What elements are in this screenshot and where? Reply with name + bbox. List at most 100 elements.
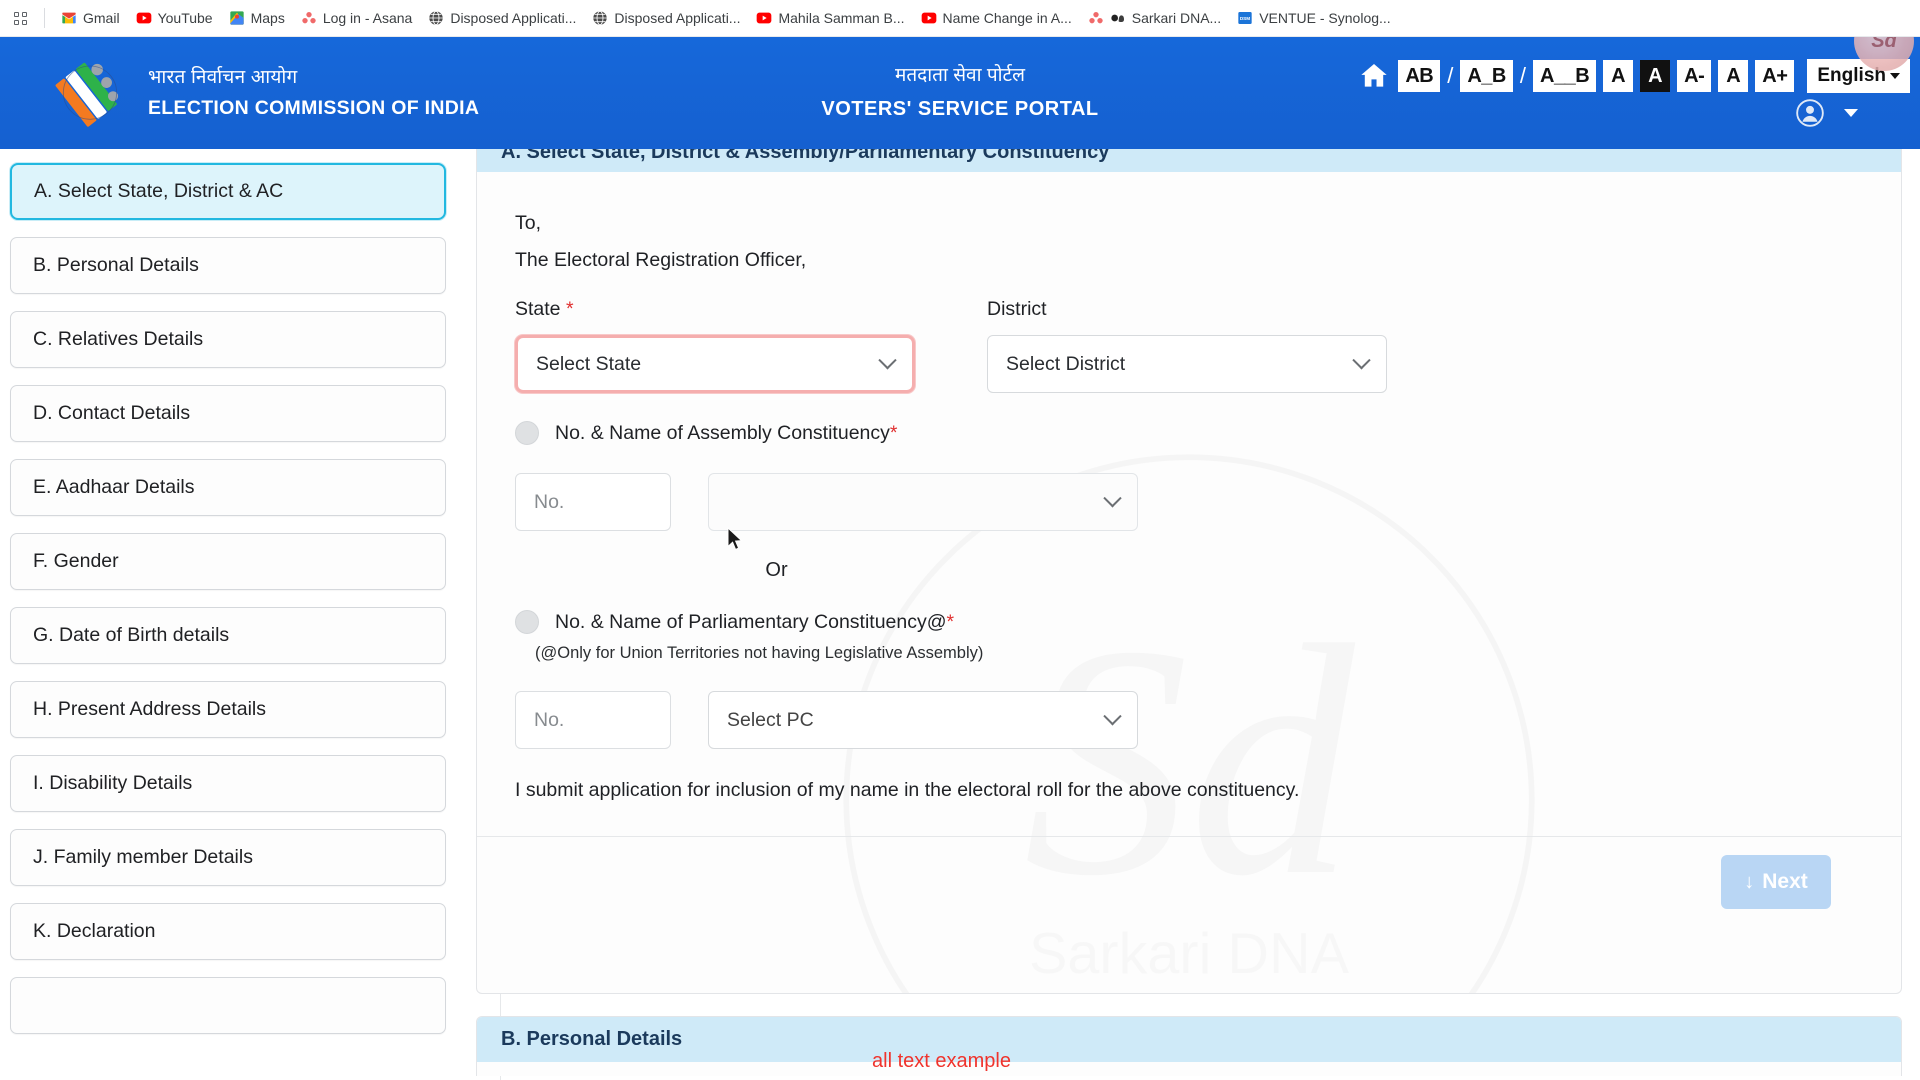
portal-title-hindi: मतदाता सेवा पोर्टल (894, 65, 1025, 87)
assembly-constituency-radio-row: No. & Name of Assembly Constituency* (515, 421, 1861, 445)
district-select[interactable]: Select District (987, 335, 1387, 393)
bookmark-item[interactable]: Disposed Applicati... (584, 6, 748, 30)
sidebar-item-aadhaar-details[interactable]: E. Aadhaar Details (10, 459, 446, 516)
parliamentary-constituency-no-input[interactable]: No. (515, 691, 671, 749)
separator: / (1519, 63, 1526, 88)
required-asterisk: * (946, 610, 955, 633)
assembly-constituency-select[interactable] (708, 473, 1138, 531)
contrast-light-button[interactable]: A (1603, 60, 1634, 92)
sidebar-item-personal-details[interactable]: B. Personal Details (10, 237, 446, 294)
chevron-down-icon (1103, 488, 1122, 507)
next-button-row: ↓ Next (515, 837, 1861, 909)
bookmark-item[interactable]: Sarkari DNA... (1080, 6, 1229, 30)
election-commission-logo-icon (55, 62, 119, 127)
parliamentary-constituency-radio-row: No. & Name of Parliamentary Constituency… (515, 610, 1861, 634)
sidebar-item-select-state[interactable]: A. Select State, District & AC (10, 163, 446, 220)
bookmark-item[interactable]: Name Change in A... (913, 6, 1080, 30)
chevron-down-icon[interactable] (1844, 109, 1858, 117)
chevron-down-icon (1103, 706, 1122, 725)
watermark-text: Sarkari DNA (1029, 922, 1350, 986)
youtube-icon (136, 12, 151, 24)
parliamentary-constituency-inputs: No. Select PC (515, 691, 1861, 749)
home-icon[interactable] (1357, 60, 1391, 92)
letter-spacing-wide-button[interactable]: A__B (1533, 60, 1597, 92)
bookmark-item[interactable]: DSM VENTUE - Synolog... (1229, 6, 1399, 30)
parliamentary-constituency-radio[interactable] (515, 610, 539, 634)
font-decrease-button[interactable]: A- (1677, 60, 1712, 92)
sidebar-item-extra[interactable] (10, 977, 446, 1034)
brand-title-hindi: भारत निर्वाचन आयोग (148, 66, 298, 88)
youtube-icon (757, 12, 772, 24)
bookmark-item[interactable]: YouTube (128, 6, 221, 30)
page-body: A. Select State, District & AC B. Person… (0, 149, 1920, 1080)
sidebar-item-disability-details[interactable]: I. Disability Details (10, 755, 446, 812)
parliamentary-constituency-note: (@Only for Union Territories not having … (535, 644, 984, 662)
district-label: District (987, 298, 1047, 320)
to-line-1: To, (515, 212, 542, 234)
portal-title-english: VOTERS' SERVICE PORTAL (821, 97, 1099, 120)
user-account-area[interactable] (1796, 99, 1910, 127)
sidebar-item-family-member-details[interactable]: J. Family member Details (10, 829, 446, 886)
font-increase-button[interactable]: A+ (1755, 60, 1795, 92)
submit-declaration-text: I submit application for inclusion of my… (515, 779, 1300, 801)
next-button[interactable]: ↓ Next (1721, 855, 1831, 909)
section-a-title: A. Select State, District & Assembly/Par… (477, 149, 1901, 172)
bookmark-label: Sarkari DNA... (1131, 10, 1222, 26)
globe-icon (593, 10, 608, 26)
sidebar-item-label: C. Relatives Details (33, 328, 204, 350)
sidebar-item-label: J. Family member Details (33, 846, 253, 868)
parliamentary-constituency-select-value: Select PC (727, 708, 814, 731)
chevron-down-icon (1890, 73, 1900, 79)
globe-icon (429, 10, 443, 26)
sidebar-item-label: F. Gender (33, 550, 119, 572)
state-label: State * (515, 298, 915, 321)
sidebar-item-label: D. Contact Details (33, 402, 191, 424)
parliamentary-constituency-label-text: No. & Name of Parliamentary Constituency… (555, 610, 947, 633)
sidebar-item-contact-details[interactable]: D. Contact Details (10, 385, 446, 442)
state-field: State * Select State (515, 298, 915, 393)
assembly-constituency-no-input[interactable]: No. (515, 473, 671, 531)
bookmark-label: Disposed Applicati... (450, 10, 577, 26)
bookmark-item[interactable]: Mahila Samman B... (748, 6, 912, 30)
bookmark-label: VENTUE - Synolog... (1259, 10, 1391, 26)
brand-title-english: ELECTION COMMISSION OF INDIA (148, 96, 480, 119)
sidebar-item-date-of-birth[interactable]: G. Date of Birth details (10, 607, 446, 664)
to-line-2: The Electoral Registration Officer, (515, 249, 807, 271)
state-select[interactable]: Select State (515, 335, 915, 393)
contrast-dark-button[interactable]: A (1640, 60, 1671, 92)
form-card-section-b[interactable]: B. Personal Details (476, 1016, 1902, 1076)
chevron-down-icon (878, 350, 897, 369)
required-asterisk: * (889, 421, 898, 444)
bookmark-item[interactable]: Log in - Asana (293, 6, 421, 30)
bookmark-label: Maps (250, 10, 285, 26)
form-card-section-a: A. Select State, District & Assembly/Par… (476, 149, 1902, 994)
asana-icon (302, 12, 316, 24)
bookmark-label: Mahila Samman B... (778, 10, 905, 26)
parliamentary-no-placeholder: No. (534, 708, 565, 731)
sidebar-item-label: B. Personal Details (33, 254, 199, 276)
sidebar-item-present-address[interactable]: H. Present Address Details (10, 681, 446, 738)
sidebar-item-declaration[interactable]: K. Declaration (10, 903, 446, 960)
font-normal-button[interactable]: A (1718, 60, 1749, 92)
google-maps-icon (229, 11, 244, 25)
sidebar-item-relatives-details[interactable]: C. Relatives Details (10, 311, 446, 368)
sidebar-item-gender[interactable]: F. Gender (10, 533, 446, 590)
apps-grid-icon[interactable] (6, 4, 34, 32)
letter-spacing-normal-button[interactable]: AB (1398, 60, 1441, 92)
sidebar-item-label: H. Present Address Details (33, 698, 267, 720)
chevron-down-icon (1352, 350, 1371, 369)
next-button-label: Next (1762, 870, 1808, 893)
bookmarks-divider (44, 8, 45, 28)
state-select-value: Select State (536, 352, 642, 375)
district-select-value: Select District (1006, 352, 1126, 375)
bookmark-item[interactable]: Gmail (53, 6, 128, 30)
assembly-constituency-radio[interactable] (515, 421, 539, 445)
bookmark-item[interactable]: Maps (221, 6, 293, 30)
sidebar-item-label: E. Aadhaar Details (33, 476, 195, 498)
letter-spacing-medium-button[interactable]: A_B (1460, 60, 1513, 92)
bookmark-item[interactable]: Disposed Applicati... (420, 6, 584, 30)
parliamentary-constituency-label: No. & Name of Parliamentary Constituency… (555, 611, 954, 634)
separator: / (1447, 63, 1454, 88)
bookmark-label: Disposed Applicati... (614, 10, 741, 26)
parliamentary-constituency-select[interactable]: Select PC (708, 691, 1138, 749)
